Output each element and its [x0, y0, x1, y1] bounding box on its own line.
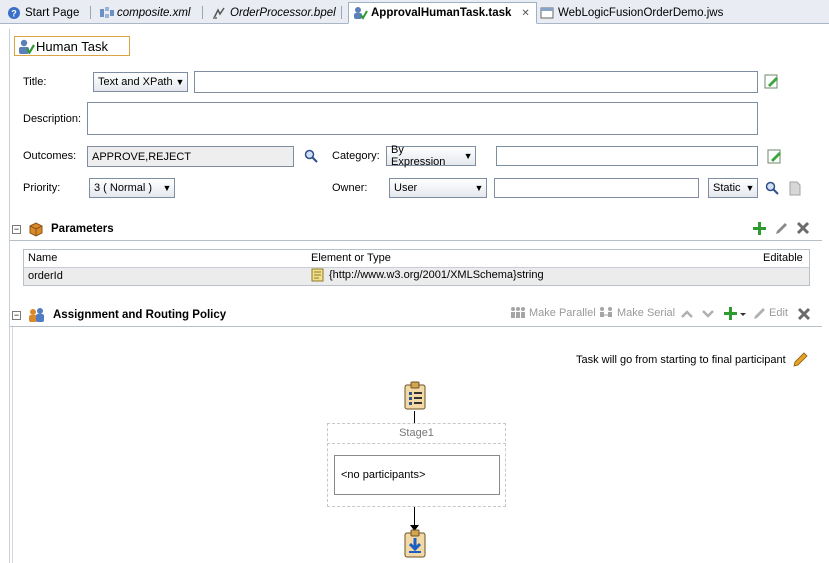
owner-browse-icon[interactable] [787, 180, 803, 196]
edit-pencil-icon [752, 306, 766, 320]
routing-heading: Assignment and Routing Policy [53, 309, 227, 321]
schema-type-icon [311, 268, 325, 282]
owner-label: Owner: [332, 182, 368, 194]
description-field[interactable] [87, 102, 758, 135]
tab-label: ApprovalHumanTask.task [371, 7, 512, 19]
tab-label: Start Page [25, 6, 80, 19]
tab-start-page[interactable]: ? Start Page [2, 2, 86, 23]
participants-placeholder[interactable]: <no participants> [334, 455, 500, 495]
category-mode-value: By Expression [391, 144, 446, 168]
owner-mode-value: Static [713, 182, 741, 194]
make-serial-label: Make Serial [617, 307, 676, 319]
parameters-table: Name Element or Type Editable orderId {h… [23, 249, 810, 286]
tab-separator [202, 6, 203, 19]
owner-mode-select[interactable]: Static ▼ [708, 178, 758, 198]
table-header-row: Name Element or Type Editable [24, 250, 809, 268]
start-node-icon[interactable] [403, 381, 427, 414]
end-node-icon[interactable] [403, 529, 427, 562]
category-label: Category: [332, 150, 380, 162]
stage-title[interactable]: Stage1 [327, 423, 506, 444]
priority-select[interactable]: 3 ( Normal ) ▼ [89, 178, 175, 198]
table-row[interactable]: orderId {http://www.w3.org/2001/XMLSchem… [24, 267, 809, 285]
param-type-cell[interactable]: {http://www.w3.org/2001/XMLSchema}string [307, 267, 759, 285]
param-type-text: {http://www.w3.org/2001/XMLSchema}string [329, 268, 544, 281]
tab-separator [90, 6, 91, 19]
parameters-heading: Parameters [51, 223, 114, 235]
edit-label: Edit [769, 307, 788, 319]
move-up-icon[interactable] [679, 306, 695, 322]
add-icon[interactable] [751, 220, 767, 236]
chevron-down-icon: ▼ [463, 151, 473, 161]
category-mode-select[interactable]: By Expression ▼ [386, 144, 476, 168]
make-serial-button[interactable]: Make Serial [598, 306, 675, 320]
editor-title: Human Task [14, 36, 130, 56]
edit-pencil-icon[interactable] [792, 352, 808, 368]
delete-icon[interactable] [795, 220, 811, 236]
human-task-icon [18, 39, 35, 55]
routing-section-header[interactable]: − Assignment and Routing Policy [12, 307, 226, 323]
tab-label: composite.xml [117, 6, 191, 19]
parameters-section-header[interactable]: − Parameters [12, 221, 114, 237]
parameters-icon [27, 221, 45, 237]
priority-label: Priority: [23, 182, 61, 194]
tab-composite[interactable]: composite.xml [94, 2, 198, 23]
workspace-icon [540, 6, 554, 20]
title-label: Title: [23, 76, 47, 88]
tab-separator [341, 6, 342, 19]
bpel-icon [212, 6, 226, 20]
tab-label: OrderProcessor.bpel [230, 6, 336, 19]
chevron-down-icon: ▼ [474, 183, 484, 193]
outcomes-label: Outcomes: [23, 150, 77, 162]
tab-weblogic-jws[interactable]: WebLogicFusionOrderDemo.jws [535, 2, 730, 23]
outcomes-field[interactable]: APPROVE,REJECT [87, 146, 294, 167]
flow-connector [414, 411, 415, 423]
svg-text:?: ? [11, 8, 17, 18]
category-field[interactable] [496, 146, 758, 166]
tab-approval-human-task[interactable]: ApprovalHumanTask.task ✕ [348, 2, 537, 24]
close-icon[interactable]: ✕ [521, 8, 529, 19]
chevron-down-icon: ▼ [175, 77, 185, 87]
title-field[interactable] [194, 71, 758, 93]
column-header-name: Name [24, 250, 307, 268]
param-editable-cell[interactable] [759, 267, 809, 285]
collapse-toggle[interactable]: − [12, 310, 21, 320]
column-header-editable: Editable [759, 250, 809, 268]
search-icon[interactable] [764, 180, 780, 196]
routing-policy-icon [27, 307, 47, 323]
move-down-icon[interactable] [700, 306, 716, 322]
tab-order-processor[interactable]: OrderProcessor.bpel [207, 2, 343, 23]
flow-note: Task will go from starting to final part… [576, 352, 808, 368]
make-parallel-button[interactable]: Make Parallel [510, 306, 596, 320]
search-icon[interactable] [303, 148, 319, 164]
tab-label: WebLogicFusionOrderDemo.jws [558, 6, 724, 19]
section-divider [10, 240, 822, 241]
owner-type-select[interactable]: User ▼ [389, 178, 487, 198]
edit-title-icon[interactable] [764, 73, 780, 89]
collapse-toggle[interactable]: − [12, 224, 21, 234]
editor-tab-strip: ? Start Page composite.xml OrderProcesso… [0, 0, 829, 24]
edit-category-icon[interactable] [767, 148, 783, 164]
priority-value: 3 ( Normal ) [94, 182, 153, 194]
column-header-type: Element or Type [307, 250, 759, 268]
delete-icon[interactable] [796, 306, 812, 322]
serial-icon [598, 306, 614, 320]
help-icon: ? [7, 6, 21, 20]
owner-field[interactable] [494, 178, 699, 198]
owner-type-value: User [394, 182, 418, 194]
editor-title-text: Human Task [36, 38, 109, 54]
human-task-icon [353, 6, 368, 20]
param-name-cell[interactable]: orderId [24, 267, 307, 285]
chevron-down-icon: ▼ [162, 183, 172, 193]
make-parallel-label: Make Parallel [529, 307, 596, 319]
composite-icon [99, 6, 114, 20]
chevron-down-icon: ▼ [745, 183, 755, 193]
add-participant-button[interactable] [723, 305, 747, 321]
edit-pencil-icon[interactable] [773, 220, 789, 236]
flow-note-text: Task will go from starting to final part… [576, 354, 786, 366]
edit-button[interactable]: Edit [752, 306, 788, 320]
description-label: Description: [23, 113, 82, 125]
title-mode-value: Text and XPath [98, 76, 173, 88]
parallel-icon [510, 306, 526, 320]
title-mode-select[interactable]: Text and XPath ▼ [93, 72, 188, 92]
